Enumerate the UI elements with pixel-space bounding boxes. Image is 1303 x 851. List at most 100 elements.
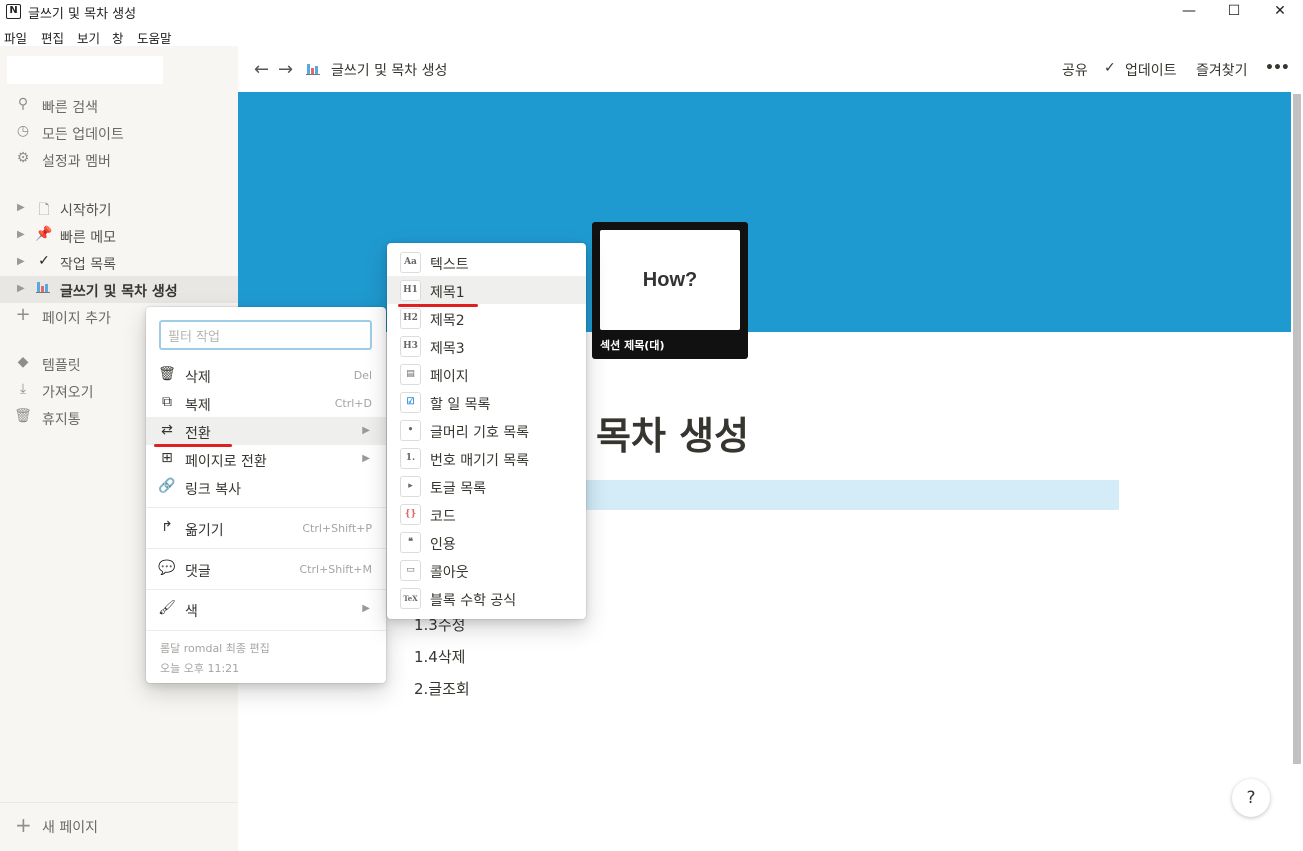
expand-arrow-icon[interactable]: ▶ xyxy=(17,256,25,267)
menu-divider xyxy=(146,589,386,590)
last-edited-time: 오늘 오후 11:21 xyxy=(160,662,240,675)
sidebar-item-all-updates[interactable]: ◷ 모든 업데이트 xyxy=(0,119,238,146)
share-button[interactable]: 공유 xyxy=(1062,60,1088,80)
page-icon: ▤ xyxy=(400,364,421,385)
menu-view[interactable]: 보기 xyxy=(77,28,100,47)
sidebar-page-writing-toc[interactable]: ▶ 글쓰기 및 목차 생성 xyxy=(0,276,238,303)
title-bar: N 글쓰기 및 목차 생성 — ☐ ✕ xyxy=(0,0,1303,24)
toggle-list-icon: ▸ xyxy=(400,476,421,497)
paint-roller-icon: 🖌 xyxy=(158,600,176,616)
sidebar-item-quick-search[interactable]: ⚲ 빠른 검색 xyxy=(0,92,238,119)
expand-arrow-icon[interactable]: ▶ xyxy=(17,229,25,240)
search-icon: ⚲ xyxy=(17,96,29,112)
toc-item[interactable]: 2.글조회 xyxy=(414,678,470,699)
maximize-button[interactable]: ☐ xyxy=(1211,0,1257,24)
expand-arrow-icon[interactable]: ▶ xyxy=(17,283,25,294)
checkmark-icon: ✓ xyxy=(38,253,50,269)
turn-into-callout[interactable]: ▭ 콜아웃 xyxy=(387,556,586,584)
updates-button[interactable]: 업데이트 xyxy=(1125,60,1177,80)
trash-icon: 🗑 xyxy=(14,408,32,424)
turn-into-heading2[interactable]: H2 제목2 xyxy=(387,304,586,332)
turn-into-block-equation[interactable]: TeX 블록 수학 공식 xyxy=(387,584,586,612)
menu-help[interactable]: 도움말 xyxy=(137,28,172,47)
close-window-button[interactable]: ✕ xyxy=(1257,0,1303,24)
clock-icon: ◷ xyxy=(16,123,30,139)
help-button[interactable]: ? xyxy=(1232,779,1270,817)
toc-item[interactable]: 1.4삭제 xyxy=(414,646,465,667)
turn-into-heading3[interactable]: H3 제목3 xyxy=(387,332,586,360)
last-edited-by: 롬달 romdal 최종 편집 xyxy=(160,642,270,655)
plus-box-icon: ⊞ xyxy=(161,450,173,466)
block-context-menu: 필터 작업 🗑 삭제 Del ⧉ 복제 Ctrl+D ⇄ 전환 ▶ ⊞ 페이지로… xyxy=(146,307,386,683)
page-title[interactable]: 목차 생성 xyxy=(596,405,749,460)
menu-bar: 파일 편집 보기 창 도움말 xyxy=(0,24,1303,46)
menu-item-comment[interactable]: 💬 댓글 Ctrl+Shift+M xyxy=(146,555,386,583)
chart-icon xyxy=(35,280,53,298)
sidebar-page-getting-started[interactable]: ▶ 🗋 시작하기 xyxy=(0,195,238,222)
turn-into-todo-list[interactable]: ☑ 할 일 목록 xyxy=(387,388,586,416)
comment-icon: 💬 xyxy=(158,560,176,576)
menu-item-duplicate[interactable]: ⧉ 복제 Ctrl+D xyxy=(146,389,386,417)
back-arrow-icon[interactable]: ← xyxy=(254,59,269,80)
menu-item-turn-into[interactable]: ⇄ 전환 ▶ xyxy=(146,417,386,445)
breadcrumb[interactable]: 글쓰기 및 목차 생성 xyxy=(331,60,447,80)
sidebar-page-task-list[interactable]: ▶ ✓ 작업 목록 xyxy=(0,249,238,276)
window-title: 글쓰기 및 목차 생성 xyxy=(28,7,137,22)
turn-into-submenu: Aa 텍스트 H1 제목1 H2 제목2 H3 제목3 ▤ 페이지 ☑ 할 일 … xyxy=(387,243,586,619)
swap-icon: ⇄ xyxy=(161,422,173,438)
expand-arrow-icon[interactable]: ▶ xyxy=(17,202,25,213)
turn-into-heading1[interactable]: H1 제목1 xyxy=(387,276,586,304)
code-icon: {} xyxy=(400,504,421,525)
gear-icon: ⚙ xyxy=(16,150,30,166)
minimize-button[interactable]: — xyxy=(1166,0,1212,24)
duplicate-icon: ⧉ xyxy=(162,394,172,410)
sidebar-page-quick-note[interactable]: ▶ 📌 빠른 메모 xyxy=(0,222,238,249)
menu-divider xyxy=(146,548,386,549)
plus-icon: + xyxy=(15,304,31,325)
link-icon: 🔗 xyxy=(158,478,176,494)
quote-icon: ❝ xyxy=(400,532,421,553)
turn-into-bulleted-list[interactable]: • 글머리 기호 목록 xyxy=(387,416,586,444)
menu-divider xyxy=(146,507,386,508)
preview-card: How? xyxy=(600,230,740,330)
menu-file[interactable]: 파일 xyxy=(4,28,27,47)
workspace-switcher[interactable] xyxy=(7,56,163,84)
text-block-icon: Aa xyxy=(400,252,421,273)
filter-actions-input[interactable]: 필터 작업 xyxy=(159,320,372,350)
menu-item-delete[interactable]: 🗑 삭제 Del xyxy=(146,361,386,389)
move-arrow-icon: ↱ xyxy=(161,519,173,535)
scrollbar-thumb[interactable] xyxy=(1293,94,1301,764)
turn-into-quote[interactable]: ❝ 인용 xyxy=(387,528,586,556)
block-preview-tooltip: How? 섹션 제목(대) xyxy=(592,222,748,359)
preview-caption: 섹션 제목(대) xyxy=(600,339,665,352)
pushpin-icon: 📌 xyxy=(35,226,53,242)
heading1-icon: H1 xyxy=(400,280,421,301)
download-icon: ⤓ xyxy=(19,381,27,397)
turn-into-page[interactable]: ▤ 페이지 xyxy=(387,360,586,388)
chart-icon xyxy=(306,62,322,80)
menu-item-color[interactable]: 🖌 색 ▶ xyxy=(146,595,386,623)
turn-into-text[interactable]: Aa 텍스트 xyxy=(387,248,586,276)
callout-icon: ▭ xyxy=(400,560,421,581)
forward-arrow-icon[interactable]: → xyxy=(278,59,293,80)
more-options-button[interactable]: ••• xyxy=(1265,60,1290,76)
page-topbar: ← → 글쓰기 및 목차 생성 공유 ✓ 업데이트 즐겨찾기 ••• xyxy=(238,46,1303,92)
sidebar-new-page[interactable]: + 새 페이지 xyxy=(0,802,238,850)
turn-into-numbered-list[interactable]: 1. 번호 매기기 목록 xyxy=(387,444,586,472)
menu-item-copy-link[interactable]: 🔗 링크 복사 xyxy=(146,473,386,501)
menu-item-turn-into-page[interactable]: ⊞ 페이지로 전환 ▶ xyxy=(146,445,386,473)
menu-edit[interactable]: 편집 xyxy=(41,28,64,47)
menu-item-move-to[interactable]: ↱ 옮기기 Ctrl+Shift+P xyxy=(146,514,386,542)
sidebar-item-settings[interactable]: ⚙ 설정과 멤버 xyxy=(0,146,238,173)
submenu-arrow-icon: ▶ xyxy=(362,425,370,436)
numbered-list-icon: 1. xyxy=(400,448,421,469)
heading2-icon: H2 xyxy=(400,308,421,329)
turn-into-code[interactable]: {} 코드 xyxy=(387,500,586,528)
menu-window[interactable]: 창 xyxy=(112,28,124,47)
trash-icon: 🗑 xyxy=(158,366,176,382)
document-icon: 🗋 xyxy=(38,202,50,218)
turn-into-toggle-list[interactable]: ▸ 토글 목록 xyxy=(387,472,586,500)
checkmark-icon: ✓ xyxy=(1104,60,1116,76)
favorites-button[interactable]: 즐겨찾기 xyxy=(1196,60,1248,80)
menu-divider xyxy=(146,630,386,631)
